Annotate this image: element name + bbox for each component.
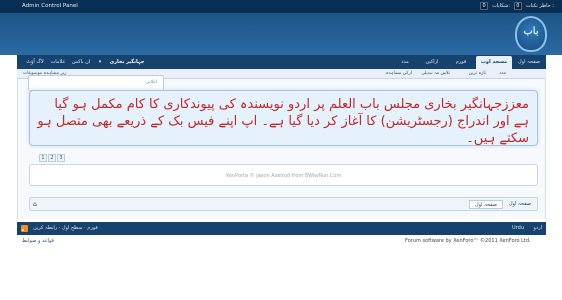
inbox-link[interactable]: ان باکس	[69, 56, 93, 69]
tab-help[interactable]: مدد	[394, 56, 416, 69]
page-button-2[interactable]: 2	[48, 154, 56, 162]
moderation-label[interactable]: حاظر نکتات :	[526, 3, 554, 9]
tab-portal[interactable]: مسجد اوپ	[476, 56, 512, 69]
user-menu[interactable]: جہانگیر بخاری	[105, 56, 149, 69]
home-icon[interactable]: ⌂	[33, 201, 40, 208]
subnav-item-4[interactable]: مدد	[499, 71, 506, 76]
announcement-label-box: اعلانی	[28, 75, 164, 91]
admin-control-panel-link[interactable]: Admin Control Panel	[22, 3, 78, 9]
tab-home[interactable]: صفحہ اول	[512, 56, 546, 69]
admin-bar: Admin Control Panel 0 شکایات: 0 حاظر نکت…	[0, 0, 562, 13]
logo-text: باب	[523, 26, 539, 37]
notice-box: معززجہانگیر بخاری مجلس باب العلم پر اردو…	[29, 90, 538, 146]
copyright-text[interactable]: Forum software by XenForo™ ©2011 XenForo…	[405, 238, 531, 244]
site-logo[interactable]: باب	[514, 15, 548, 53]
tab-forums[interactable]: فورم	[448, 56, 474, 69]
style-chooser[interactable]: اردو	[534, 225, 542, 231]
alerts-link[interactable]: علامات	[47, 56, 69, 69]
reports-count[interactable]: 0	[480, 2, 489, 10]
notice-text: معززجہانگیر بخاری مجلس باب العلم پر اردو…	[37, 97, 529, 146]
xenporta-credit[interactable]: XenPorta © Jason Axelrod from 8WayRun.Co…	[30, 173, 537, 179]
reports-label[interactable]: شکایات:	[492, 3, 510, 9]
credit-box: XenPorta © Jason Axelrod from 8WayRun.Co…	[29, 164, 538, 186]
page-button-1[interactable]: 1	[39, 154, 47, 162]
alerts-area: 0 شکایات: 0 حاظر نکتات :	[480, 2, 554, 10]
pagination: 1 2 3	[39, 154, 65, 162]
subnav-item-2[interactable]: تلاش مہ تبدیلی	[421, 71, 450, 76]
moderation-count[interactable]: 0	[513, 2, 522, 10]
site-header: باب	[0, 13, 562, 55]
footer-links[interactable]: فورم · سطح اول · رابطہ کریں	[33, 225, 98, 231]
breadcrumb: ⌂ صفحہ اول صفحہ اول	[29, 197, 538, 211]
subnav-item-1[interactable]: ارکی مشاہدہ	[386, 71, 412, 76]
language-chooser[interactable]: Urdu	[512, 225, 524, 231]
tab-members[interactable]: اراکین	[418, 56, 446, 69]
rss-icon[interactable]	[21, 225, 28, 232]
page-button-3[interactable]: 3	[57, 154, 65, 162]
subnav-item-3[interactable]: تازہ ترین	[469, 71, 486, 76]
chevron-down-icon[interactable]: ▾	[95, 56, 105, 69]
breadcrumb-item-2[interactable]: صفحہ اول	[469, 200, 503, 209]
logout-link[interactable]: لاگ آؤٹ	[23, 56, 47, 69]
announcement-label: اعلانی	[145, 80, 157, 85]
breadcrumb-item-1[interactable]: صفحہ اول	[509, 200, 531, 209]
main-nav: صفحہ اول مسجد اوپ فورم اراکین مدد جہانگی…	[17, 55, 546, 69]
terms-link[interactable]: قواعد و ضوابط	[22, 238, 54, 244]
footer-nav: فورم · سطح اول · رابطہ کریں Urdu اردو	[17, 222, 546, 235]
